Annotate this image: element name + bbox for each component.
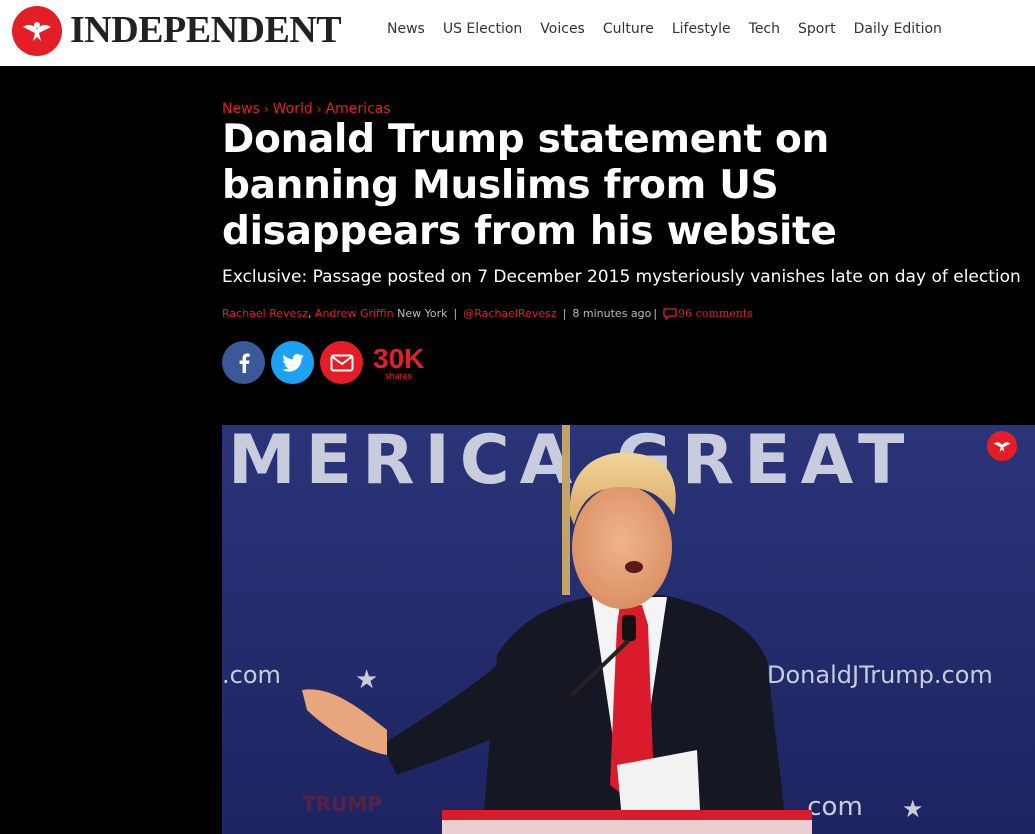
author-link[interactable]: Andrew Griffin: [315, 306, 394, 322]
nav-voices[interactable]: Voices: [540, 18, 585, 40]
comments-count: 96: [678, 307, 693, 320]
divider: |: [562, 307, 567, 320]
chevron-right-icon: ›: [316, 102, 322, 116]
article-hero-image[interactable]: MERICA GREAT .com ★ DonaldJTrump.com .co…: [222, 425, 1035, 834]
nav-tech[interactable]: Tech: [749, 18, 780, 40]
article-standfirst: Exclusive: Passage posted on 7 December …: [222, 267, 1021, 287]
twitter-handle-link[interactable]: @RachaelRevesz: [463, 306, 556, 322]
twitter-icon: [281, 353, 304, 372]
breadcrumb-news[interactable]: News: [222, 101, 260, 117]
divider: |: [653, 307, 658, 320]
article-headline: Donald Trump statement on banning Muslim…: [222, 117, 837, 254]
nav-sport[interactable]: Sport: [798, 18, 836, 40]
nav-culture[interactable]: Culture: [603, 18, 654, 40]
eagle-logo-icon[interactable]: [12, 6, 62, 56]
author-separator: ,: [307, 307, 312, 320]
envelope-icon: [330, 354, 353, 371]
eagle-watermark-icon: [987, 431, 1017, 461]
sign-left-text: .com: [222, 661, 281, 689]
podium-text: TRUMP: [302, 792, 382, 816]
author-link[interactable]: Rachael Revesz: [222, 306, 308, 322]
trump-rally-photo: MERICA GREAT .com ★ DonaldJTrump.com .co…: [222, 425, 1035, 834]
share-bar: 30K shares: [222, 341, 424, 384]
sign-right-text: DonaldJTrump.com: [767, 661, 993, 689]
banner-text: MERICA GREAT: [228, 425, 914, 500]
breadcrumb-americas[interactable]: Americas: [326, 101, 391, 117]
twitter-share-button[interactable]: [271, 341, 314, 384]
facebook-share-button[interactable]: [222, 341, 265, 384]
share-count: 30K shares: [373, 342, 425, 381]
speech-bubble-icon: [663, 308, 677, 320]
nav-us-election[interactable]: US Election: [443, 18, 522, 40]
main-nav: News US Election Voices Culture Lifestyl…: [387, 18, 960, 40]
facebook-icon: [239, 353, 250, 373]
site-logo[interactable]: INDEPENDENT: [70, 8, 342, 52]
comments-link[interactable]: 96 comments: [663, 306, 753, 322]
byline: Rachael Revesz, Andrew Griffin New York …: [222, 306, 753, 322]
site-header: INDEPENDENT News US Election Voices Cult…: [0, 0, 1035, 66]
comments-label: comments: [695, 307, 753, 320]
share-count-value: 30K: [373, 342, 425, 374]
nav-news[interactable]: News: [387, 18, 425, 40]
svg-text:★: ★: [355, 665, 378, 695]
chevron-right-icon: ›: [263, 102, 269, 116]
breadcrumb-world[interactable]: World: [273, 101, 313, 117]
nav-lifestyle[interactable]: Lifestyle: [672, 18, 731, 40]
breadcrumb: News › World › Americas: [222, 101, 391, 117]
publish-time: 8 minutes ago: [572, 307, 652, 320]
email-share-button[interactable]: [320, 341, 363, 384]
byline-location: New York: [397, 307, 448, 320]
nav-daily-edition[interactable]: Daily Edition: [854, 18, 942, 40]
divider: |: [453, 307, 458, 320]
svg-text:★: ★: [902, 795, 924, 823]
